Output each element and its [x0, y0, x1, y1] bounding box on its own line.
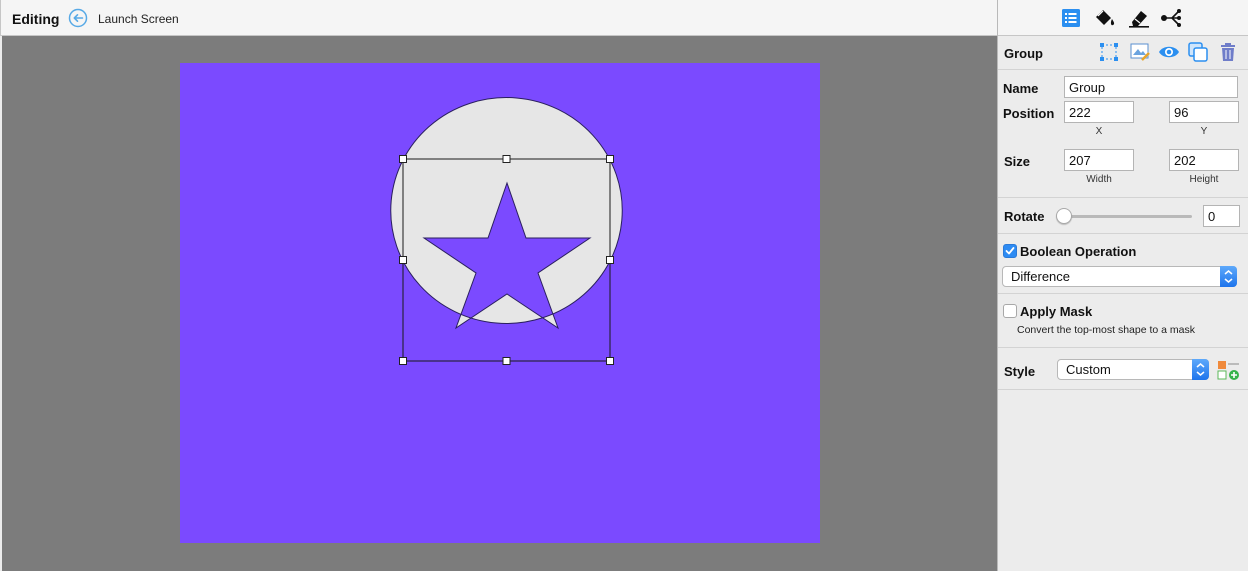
chevron-updown-icon — [1220, 266, 1237, 287]
artboard[interactable] — [180, 63, 820, 543]
breadcrumb[interactable]: Launch Screen — [98, 12, 179, 26]
boolean-operation-select[interactable]: Difference — [1002, 266, 1237, 287]
image-edit-icon[interactable] — [1129, 41, 1151, 63]
resize-handle[interactable] — [606, 155, 614, 163]
name-input[interactable] — [1064, 76, 1238, 98]
y-caption: Y — [1200, 126, 1208, 137]
resize-handle[interactable] — [502, 155, 511, 163]
rotate-label: Rotate — [1004, 209, 1045, 224]
width-input[interactable] — [1064, 149, 1134, 171]
boolean-operation-value: Difference — [1011, 269, 1071, 284]
duplicate-icon[interactable] — [1187, 41, 1209, 63]
resize-handle[interactable] — [399, 155, 407, 163]
add-style-icon[interactable] — [1217, 360, 1239, 382]
mode-label: Editing — [12, 11, 60, 27]
height-input[interactable] — [1169, 149, 1239, 171]
size-label: Size — [1004, 154, 1031, 169]
chevron-updown-icon — [1192, 359, 1209, 380]
mask-section: Apply Mask Convert the top-most shape to… — [998, 294, 1248, 348]
paint-bucket-icon[interactable] — [1093, 8, 1115, 28]
resize-handle[interactable] — [606, 256, 614, 264]
bounding-box-icon[interactable] — [1098, 41, 1120, 63]
inspector-tabs — [998, 0, 1248, 36]
canvas[interactable] — [2, 36, 997, 571]
width-caption: Width — [1086, 174, 1112, 185]
mask-checkbox[interactable] — [1003, 304, 1017, 318]
back-arrow-icon[interactable] — [68, 8, 88, 28]
trash-icon[interactable] — [1217, 41, 1239, 63]
editor-pane: Editing Launch Screen — [0, 0, 997, 571]
rotate-input[interactable] — [1203, 205, 1240, 227]
list-icon[interactable] — [1061, 8, 1083, 28]
name-label: Name — [1003, 81, 1039, 96]
style-value: Custom — [1066, 362, 1111, 377]
rotate-slider-track[interactable] — [1064, 215, 1192, 218]
style-section: Style Custom — [998, 348, 1248, 390]
boolean-section: Boolean Operation Difference — [998, 234, 1248, 294]
position-y-input[interactable] — [1169, 101, 1239, 123]
resize-handle[interactable] — [606, 357, 614, 365]
mask-hint: Convert the top-most shape to a mask — [1017, 324, 1196, 336]
resize-handle[interactable] — [399, 256, 407, 264]
editor-toolbar: Editing Launch Screen — [0, 0, 997, 36]
x-caption: X — [1095, 126, 1103, 137]
position-label: Position — [1003, 106, 1055, 121]
height-caption: Height — [1189, 174, 1219, 185]
group-section: Group — [998, 36, 1248, 70]
rotate-slider-knob[interactable] — [1056, 208, 1072, 224]
boolean-checkbox[interactable] — [1003, 244, 1017, 258]
style-select[interactable]: Custom — [1057, 359, 1209, 380]
resize-handle[interactable] — [502, 357, 511, 365]
group-title: Group — [1004, 46, 1043, 61]
geometry-section: Name Position X Y Size Width Height — [998, 70, 1248, 198]
boolean-label: Boolean Operation — [1020, 244, 1137, 259]
eraser-icon[interactable] — [1128, 8, 1150, 28]
position-x-input[interactable] — [1064, 101, 1134, 123]
eye-icon[interactable] — [1158, 41, 1180, 63]
mask-label: Apply Mask — [1020, 304, 1093, 319]
style-label: Style — [1004, 364, 1036, 379]
resize-handle[interactable] — [399, 357, 407, 365]
inspector-panel: Group Name Group Position 222 96 X Y Siz… — [998, 0, 1248, 571]
node-tree-icon[interactable] — [1160, 8, 1182, 28]
